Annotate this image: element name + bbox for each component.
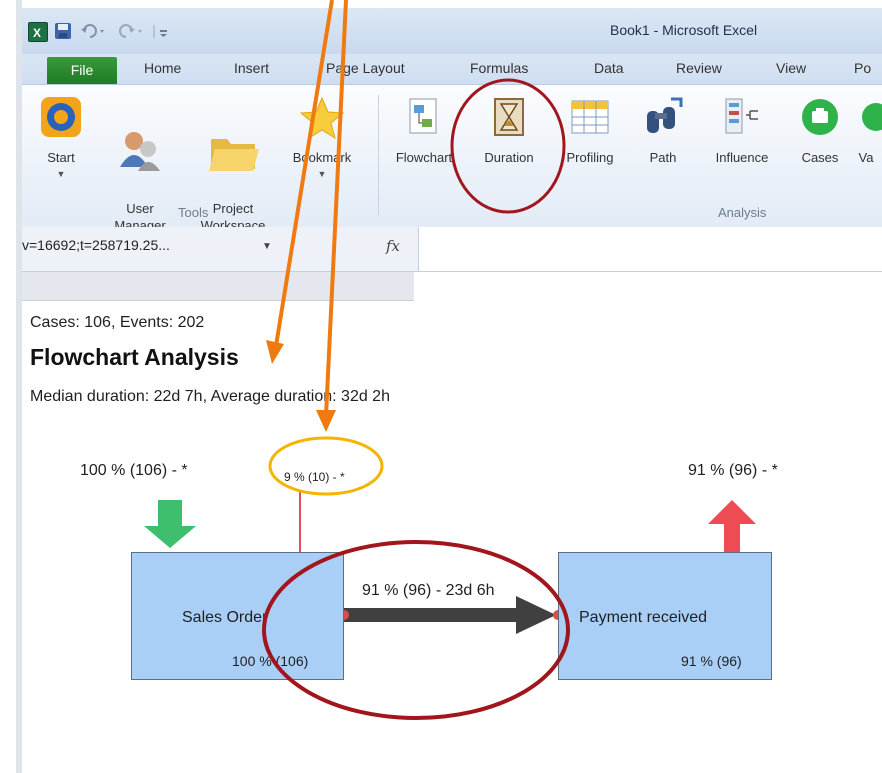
main-edge bbox=[344, 608, 520, 622]
node-sales-order-label: Sales Order bbox=[182, 609, 268, 626]
edge-label: 91 % (96) - 23d 6h bbox=[362, 582, 495, 599]
node-payment-received[interactable]: Payment received 91 % (96) bbox=[558, 552, 772, 680]
end-arrow bbox=[708, 500, 756, 552]
main-edge-arrowhead bbox=[516, 596, 556, 634]
start-arrow bbox=[144, 500, 196, 548]
node-payment-received-stat: 91 % (96) bbox=[681, 653, 742, 669]
node-sales-order[interactable]: Sales Order 100 % (106) bbox=[131, 552, 344, 680]
node-sales-order-stat: 100 % (106) bbox=[232, 653, 309, 669]
node-payment-received-label: Payment received bbox=[579, 609, 708, 626]
